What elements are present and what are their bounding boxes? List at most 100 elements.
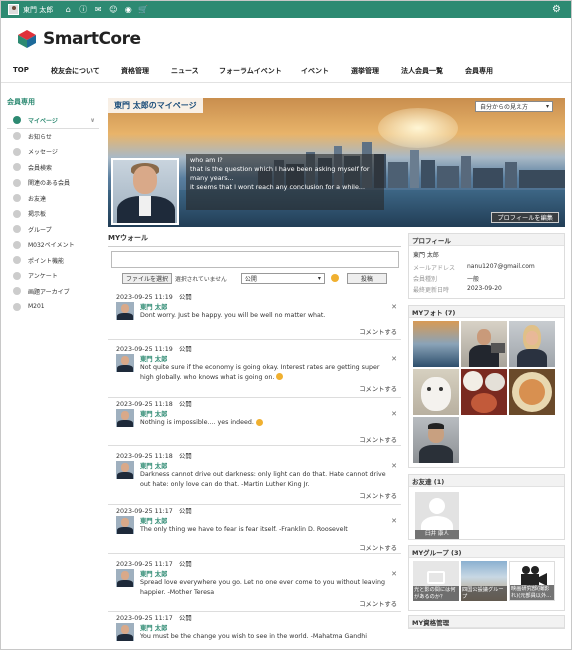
nav-corporate-members[interactable]: 法人会員一覧 <box>401 66 443 76</box>
user-avatar[interactable] <box>8 4 19 15</box>
edit-profile-button[interactable]: プロフィールを編集 <box>491 212 559 223</box>
smile-icon[interactable]: ☺ <box>108 5 118 15</box>
close-icon[interactable]: ✕ <box>391 517 397 525</box>
entry-meta: 2023-09-25 11:17 公開 <box>116 508 192 515</box>
photo-man-desk[interactable] <box>461 321 507 367</box>
close-icon[interactable]: ✕ <box>391 410 397 418</box>
nav-about[interactable]: 校友会について <box>51 66 100 76</box>
nav-qualification[interactable]: 資格管理 <box>121 66 149 76</box>
user-name[interactable]: 東門 太郎 <box>23 5 53 15</box>
comment-link[interactable]: コメントする <box>359 435 397 444</box>
photo-city-sunset[interactable] <box>413 321 459 367</box>
nav-election[interactable]: 選挙管理 <box>351 66 379 76</box>
entry-author[interactable]: 東門 太郎 <box>140 461 167 470</box>
member-type-label: 会員種別 <box>413 276 438 283</box>
entry-avatar[interactable] <box>116 409 134 427</box>
entry-avatar[interactable] <box>116 569 134 587</box>
photo-noodle-bowl[interactable] <box>509 369 555 415</box>
visibility-select[interactable]: 公開 <box>240 272 325 284</box>
entry-avatar[interactable] <box>116 354 134 372</box>
entry-text: Not quite sure if the economy is going o… <box>140 364 380 381</box>
account-icon[interactable]: ◉ <box>123 5 133 15</box>
profile-title[interactable]: プロフィール <box>409 234 564 246</box>
gear-icon[interactable]: ⚙ <box>552 4 561 15</box>
comment-link[interactable]: コメントする <box>359 543 397 552</box>
entry-avatar[interactable] <box>116 516 134 534</box>
entry-author[interactable]: 東門 太郎 <box>140 569 167 578</box>
comment-link[interactable]: コメントする <box>359 491 397 500</box>
main-nav: TOP 校友会について 資格管理 ニュース フォーラムイベント イベント 選挙管… <box>1 59 571 83</box>
entry-author[interactable]: 東門 太郎 <box>140 623 167 632</box>
close-icon[interactable]: ✕ <box>391 462 397 470</box>
close-icon[interactable]: ✕ <box>391 570 397 578</box>
sidebar-item-m201[interactable]: M201 <box>7 299 99 315</box>
mail-icon[interactable]: ✉ <box>93 5 103 15</box>
photo-man-portrait[interactable] <box>413 417 459 463</box>
photo-woman-smiling[interactable] <box>509 321 555 367</box>
photo-shirt <box>139 196 151 216</box>
members-icon <box>13 163 21 172</box>
wall-entry: 2023-09-25 11:17 公開 東門 太郎 Spread love ev… <box>108 559 401 612</box>
email-label: メールアドレス <box>413 265 456 272</box>
nav-event[interactable]: イベント <box>301 66 329 76</box>
comment-link[interactable]: コメントする <box>359 327 397 336</box>
sidebar-item-label: 会員検索 <box>28 164 53 172</box>
certs-title[interactable]: MY資格管理 <box>409 616 564 628</box>
sidebar-item-mypage[interactable]: マイページ ∨ <box>7 113 99 129</box>
sidebar-item-friends[interactable]: お友達 <box>7 191 99 207</box>
entry-author[interactable]: 東門 太郎 <box>140 409 167 418</box>
entry-avatar[interactable] <box>116 302 134 320</box>
photos-title[interactable]: MYフォト (7) <box>409 306 564 318</box>
cover-image: 東門 太郎のマイページ 自分からの見え方 who am I? that is t… <box>108 98 565 227</box>
nav-top[interactable]: TOP <box>13 66 29 74</box>
entry-author[interactable]: 東門 太郎 <box>140 354 167 363</box>
nav-forum-event[interactable]: フォーラムイベント <box>219 66 282 76</box>
profile-photo[interactable] <box>111 158 179 225</box>
friend-card[interactable]: 臼井 康人 <box>415 492 459 540</box>
nav-members-only[interactable]: 会員専用 <box>465 66 493 76</box>
comment-link[interactable]: コメントする <box>359 599 397 608</box>
close-icon[interactable]: ✕ <box>391 303 397 311</box>
sidebar-item-points[interactable]: ポイント機能 <box>7 253 99 269</box>
friend-name: 臼井 康人 <box>415 530 459 539</box>
cart-icon[interactable]: 🛒 <box>138 5 148 15</box>
profile-panel: プロフィール 東門 太郎 メールアドレス nanu1207@gmail.com … <box>408 233 565 299</box>
close-icon[interactable]: ✕ <box>391 355 397 363</box>
groups-title[interactable]: MYグループ (3) <box>409 546 564 558</box>
sidebar-item-archive[interactable]: 画題アーカイブ <box>7 284 99 300</box>
entry-author[interactable]: 東門 太郎 <box>140 302 167 311</box>
view-as-select[interactable]: 自分からの見え方 <box>475 101 553 112</box>
sidebar-item-board[interactable]: 掲示板 <box>7 206 99 222</box>
wall-entry: 2023-09-25 11:18 公開 東門 太郎 Darkness canno… <box>108 451 401 505</box>
entry-author[interactable]: 東門 太郎 <box>140 516 167 525</box>
entry-avatar[interactable] <box>116 461 134 479</box>
emoji-icon[interactable] <box>330 274 339 282</box>
logo[interactable]: SmartCore <box>17 29 141 49</box>
group-card[interactable]: 光と影の間には何があるのか？ <box>413 561 459 601</box>
sidebar-item-related-members[interactable]: 関連のある会員 <box>7 175 99 191</box>
photo-food-plates[interactable] <box>461 369 507 415</box>
sidebar-item-group[interactable]: グループ <box>7 222 99 238</box>
entry-avatar[interactable] <box>116 623 134 641</box>
nav-news[interactable]: ニュース <box>171 66 199 76</box>
sidebar-item-payment[interactable]: M032ペイメント <box>7 237 99 253</box>
sidebar-item-label: 画題アーカイブ <box>28 288 70 296</box>
sidebar-item-label: 関連のある会員 <box>28 180 71 188</box>
wall-entry: 2023-09-25 11:19 公開 東門 太郎 Dont worry. Ju… <box>108 292 401 340</box>
comment-link[interactable]: コメントする <box>359 384 397 393</box>
group-card[interactable]: 四国公設議グループ <box>461 561 507 601</box>
sidebar-item-survey[interactable]: アンケート <box>7 268 99 284</box>
post-button[interactable]: 投稿 <box>346 272 387 284</box>
friends-title[interactable]: お友達 (1) <box>409 475 564 487</box>
info-icon[interactable]: ⓘ <box>78 5 88 15</box>
wall-post-input[interactable] <box>111 251 399 268</box>
sidebar-item-notice[interactable]: お知らせ <box>7 129 99 145</box>
entry-body: You must be the change you wish to see i… <box>140 633 367 640</box>
chevron-down-icon[interactable]: ∨ <box>90 117 95 124</box>
sidebar-item-member-search[interactable]: 会員検索 <box>7 160 99 176</box>
file-select-button[interactable]: ファイルを選択 <box>122 272 173 284</box>
photo-white-cat[interactable] <box>413 369 459 415</box>
sidebar-item-message[interactable]: メッセージ <box>7 144 99 160</box>
group-card[interactable]: 映画研究部(撮影れ)(元部員以外... <box>509 561 555 601</box>
home-icon[interactable]: ⌂ <box>63 5 73 15</box>
